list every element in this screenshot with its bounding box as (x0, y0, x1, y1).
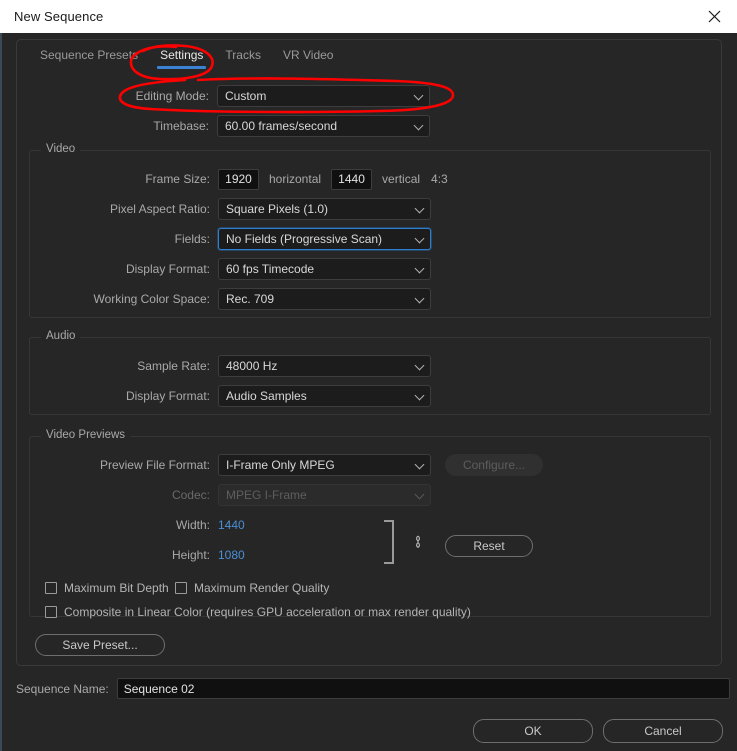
sample-rate-select[interactable]: 48000 Hz (218, 355, 431, 377)
fields-label: Fields: (174, 232, 210, 246)
aspect-ratio-text: 4:3 (431, 172, 448, 186)
tab-tracks[interactable]: Tracks (214, 43, 272, 70)
tab-sequence-presets[interactable]: Sequence Presets (29, 43, 149, 70)
chain-link-icon[interactable] (411, 533, 425, 551)
close-button[interactable] (691, 0, 737, 33)
audio-group: Audio Sample Rate: 48000 Hz Display Form… (29, 330, 711, 415)
video-group-title: Video (41, 143, 81, 155)
audio-group-title: Audio (41, 330, 81, 342)
chevron-down-icon (414, 489, 425, 500)
window-title: New Sequence (14, 9, 104, 24)
video-display-format-value: 60 fps Timecode (226, 262, 315, 276)
codec-row: Codec: MPEG I-Frame (30, 484, 450, 506)
chevron-down-icon (414, 203, 425, 214)
pixel-aspect-value: Square Pixels (1.0) (226, 202, 329, 216)
video-previews-group-title: Video Previews (41, 429, 131, 441)
color-space-value: Rec. 709 (226, 292, 275, 306)
horizontal-label: horizontal (269, 172, 322, 186)
chevron-down-icon (414, 360, 425, 371)
checkbox-box-icon (45, 606, 57, 618)
cancel-button[interactable]: Cancel (603, 719, 723, 743)
chevron-down-icon (414, 293, 425, 304)
frame-size-row: Frame Size: 1920 horizontal 1440 vertica… (30, 168, 470, 190)
preview-width-value[interactable]: 1440 (218, 518, 245, 532)
checkbox-maximum-render-quality[interactable]: Maximum Render Quality (175, 581, 329, 595)
video-display-format-select[interactable]: 60 fps Timecode (218, 258, 431, 280)
preview-file-format-row: Preview File Format: I-Frame Only MPEG C… (30, 454, 570, 476)
sequence-name-label: Sequence Name: (16, 681, 109, 696)
checkbox-composite-linear-color[interactable]: Composite in Linear Color (requires GPU … (45, 605, 471, 619)
sequence-name-row: Sequence Name: Sequence 02 (16, 678, 730, 699)
codec-label: Codec: (171, 488, 210, 502)
color-space-label: Working Color Space: (93, 292, 211, 306)
codec-value: MPEG I-Frame (226, 488, 307, 502)
preview-height-value[interactable]: 1080 (218, 548, 245, 562)
audio-display-format-value: Audio Samples (226, 389, 307, 403)
pixel-aspect-row: Pixel Aspect Ratio: Square Pixels (1.0) (30, 198, 450, 220)
pixel-aspect-select[interactable]: Square Pixels (1.0) (218, 198, 431, 220)
timebase-row: Timebase: 60.00 frames/second (17, 115, 437, 137)
left-edge-accent (0, 33, 2, 751)
video-previews-group: Video Previews Preview File Format: I-Fr… (29, 429, 711, 619)
preview-width-label: Width: (175, 518, 210, 532)
pixel-aspect-label: Pixel Aspect Ratio: (109, 202, 210, 216)
checkbox-box-icon (175, 582, 187, 594)
save-preset-button[interactable]: Save Preset... (35, 634, 165, 656)
preview-file-format-select[interactable]: I-Frame Only MPEG (218, 454, 431, 476)
video-group: Video Frame Size: 1920 horizontal 1440 v… (29, 143, 711, 318)
checkbox-maximum-bit-depth-label: Maximum Bit Depth (64, 581, 169, 595)
checkbox-composite-linear-color-label: Composite in Linear Color (requires GPU … (64, 605, 471, 619)
checkbox-maximum-bit-depth[interactable]: Maximum Bit Depth (45, 581, 169, 595)
frame-size-label: Frame Size: (145, 172, 210, 186)
editing-mode-select[interactable]: Custom (217, 85, 430, 107)
configure-button: Configure... (445, 454, 543, 476)
dimension-bracket-icon (384, 520, 394, 564)
sample-rate-row: Sample Rate: 48000 Hz (30, 355, 450, 377)
codec-select: MPEG I-Frame (218, 484, 431, 506)
preview-height-row: Height: 1080 (30, 544, 330, 566)
color-space-select[interactable]: Rec. 709 (218, 288, 431, 310)
frame-width-input[interactable]: 1920 (218, 168, 259, 190)
tab-vr-video[interactable]: VR Video (272, 43, 344, 70)
frame-height-input[interactable]: 1440 (331, 168, 373, 190)
preview-file-format-label: Preview File Format: (99, 458, 210, 472)
checkbox-maximum-render-quality-label: Maximum Render Quality (194, 581, 330, 595)
vertical-label: vertical (382, 172, 421, 186)
tab-bar: Sequence Presets Settings Tracks VR Vide… (17, 40, 723, 72)
fields-row: Fields: No Fields (Progressive Scan) (30, 228, 450, 250)
audio-display-format-label: Display Format: (125, 389, 210, 403)
checkbox-box-icon (45, 582, 57, 594)
ok-button[interactable]: OK (473, 719, 593, 743)
timebase-select[interactable]: 60.00 frames/second (217, 115, 430, 137)
editing-mode-row: Editing Mode: Custom (17, 85, 437, 107)
editing-mode-value: Custom (225, 89, 267, 103)
preview-height-label: Height: (171, 548, 210, 562)
chevron-down-icon (414, 459, 425, 470)
audio-display-format-select[interactable]: Audio Samples (218, 385, 431, 407)
timebase-value: 60.00 frames/second (225, 119, 338, 133)
video-display-format-row: Display Format: 60 fps Timecode (30, 258, 450, 280)
preview-file-format-value: I-Frame Only MPEG (226, 458, 335, 472)
chevron-down-icon (413, 120, 424, 131)
chevron-down-icon (413, 90, 424, 101)
reset-button[interactable]: Reset (445, 535, 533, 557)
preview-width-row: Width: 1440 (30, 514, 330, 536)
fields-value: No Fields (Progressive Scan) (226, 232, 383, 246)
sequence-name-input[interactable]: Sequence 02 (116, 678, 730, 699)
settings-panel: Sequence Presets Settings Tracks VR Vide… (16, 39, 722, 666)
tab-settings[interactable]: Settings (149, 43, 214, 70)
chevron-down-icon (414, 390, 425, 401)
window-titlebar: New Sequence (0, 0, 737, 33)
chevron-down-icon (414, 263, 425, 274)
color-space-row: Working Color Space: Rec. 709 (30, 288, 450, 310)
chevron-down-icon (414, 233, 425, 244)
close-icon (708, 10, 720, 23)
audio-display-format-row: Display Format: Audio Samples (30, 385, 450, 407)
sample-rate-label: Sample Rate: (137, 359, 210, 373)
timebase-label: Timebase: (153, 119, 209, 133)
editing-mode-label: Editing Mode: (135, 89, 209, 103)
video-display-format-label: Display Format: (125, 262, 210, 276)
sample-rate-value: 48000 Hz (226, 359, 278, 373)
fields-select[interactable]: No Fields (Progressive Scan) (218, 228, 431, 250)
